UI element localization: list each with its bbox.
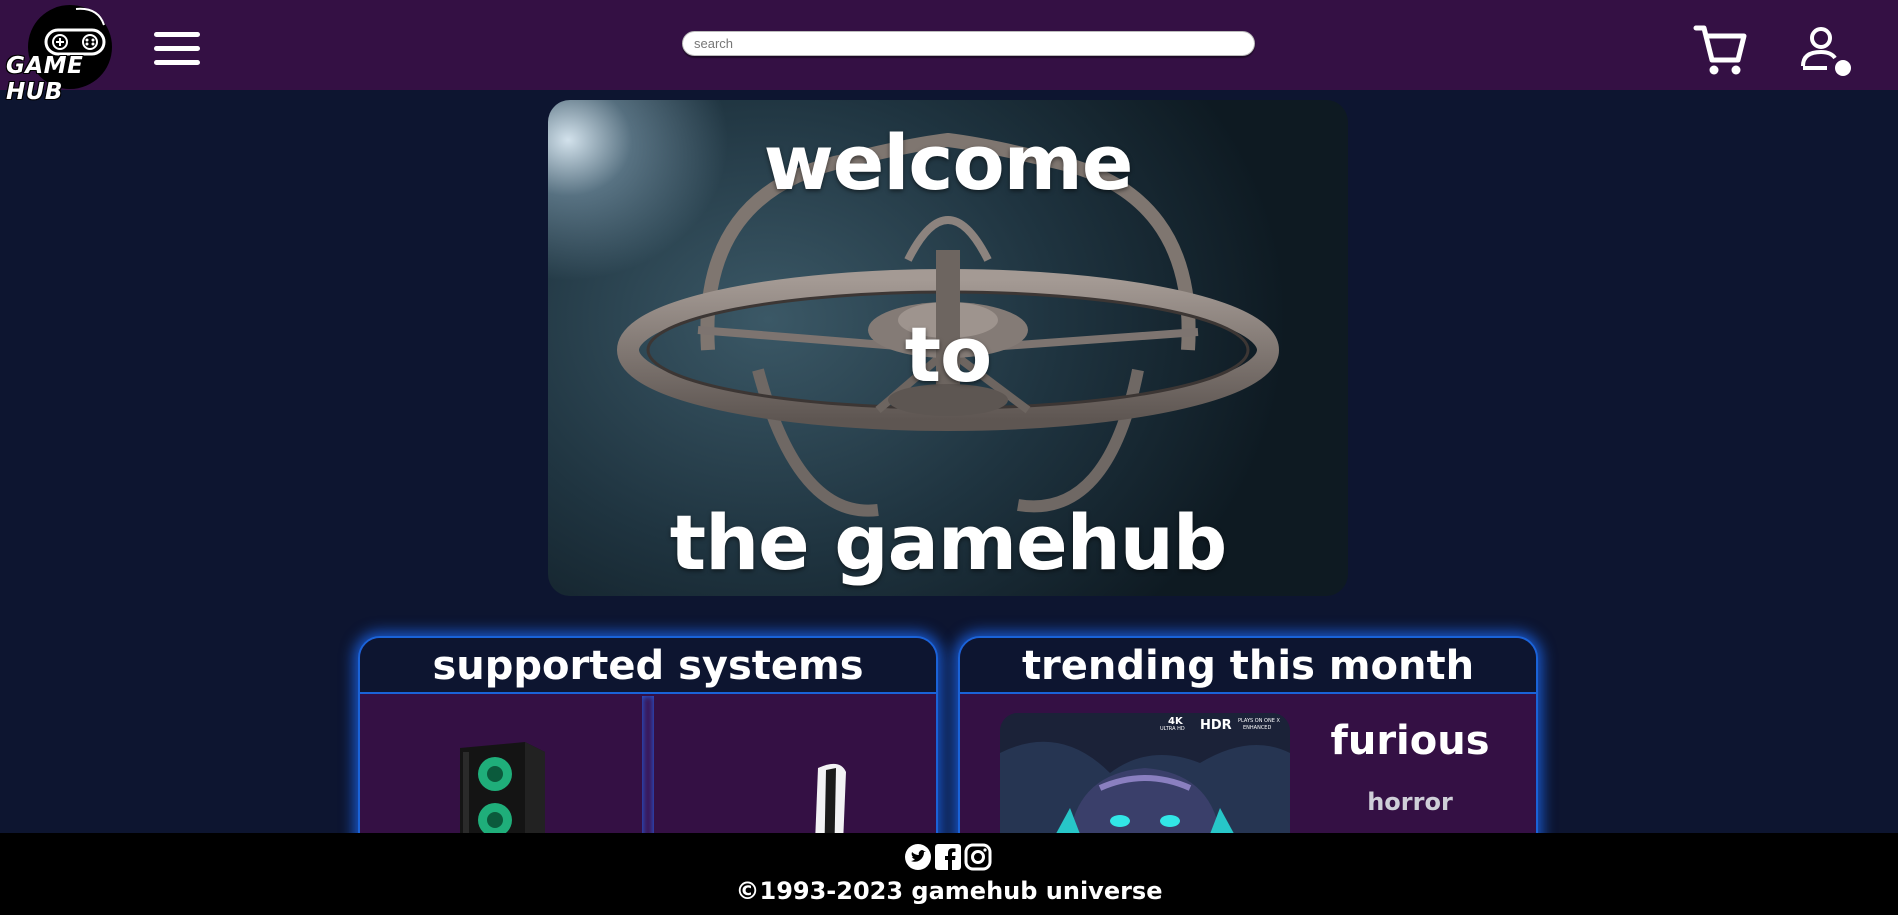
- instagram-icon[interactable]: [964, 843, 992, 871]
- cover-badge-plays-on: PLAYS ON ONE X: [1238, 718, 1280, 724]
- trending-title: trending this month: [960, 638, 1536, 694]
- hero-line-2: to: [904, 310, 993, 399]
- hero-line-1: welcome: [763, 118, 1134, 207]
- facebook-icon[interactable]: [934, 843, 962, 871]
- hero-banner: welcome to the gamehub: [548, 100, 1348, 596]
- top-navbar: GAME HUB: [0, 0, 1898, 105]
- twitter-icon[interactable]: [904, 843, 932, 871]
- game-genre: horror: [1367, 788, 1453, 816]
- user-status-icon[interactable]: [1797, 24, 1853, 80]
- game-title[interactable]: furious: [1300, 718, 1520, 764]
- game-hub-logo[interactable]: GAME HUB: [6, 3, 134, 105]
- gaming-pc-icon[interactable]: [445, 738, 555, 848]
- cart-icon[interactable]: [1692, 22, 1748, 78]
- cover-badge-ultra-hd: ULTRA HD: [1160, 726, 1185, 732]
- copyright-text: ©1993-2023 gamehub universe: [735, 877, 1163, 905]
- cover-badge-hdr: HDR: [1200, 718, 1232, 733]
- footer: ©1993-2023 gamehub universe: [0, 833, 1898, 915]
- cover-badge-enhanced: ENHANCED: [1243, 725, 1272, 731]
- supported-systems-title: supported systems: [360, 638, 936, 694]
- search-input[interactable]: [682, 31, 1255, 56]
- hamburger-menu-icon[interactable]: [152, 30, 202, 70]
- hero-line-3: the gamehub: [669, 498, 1227, 587]
- logo-text: GAME HUB: [6, 53, 84, 105]
